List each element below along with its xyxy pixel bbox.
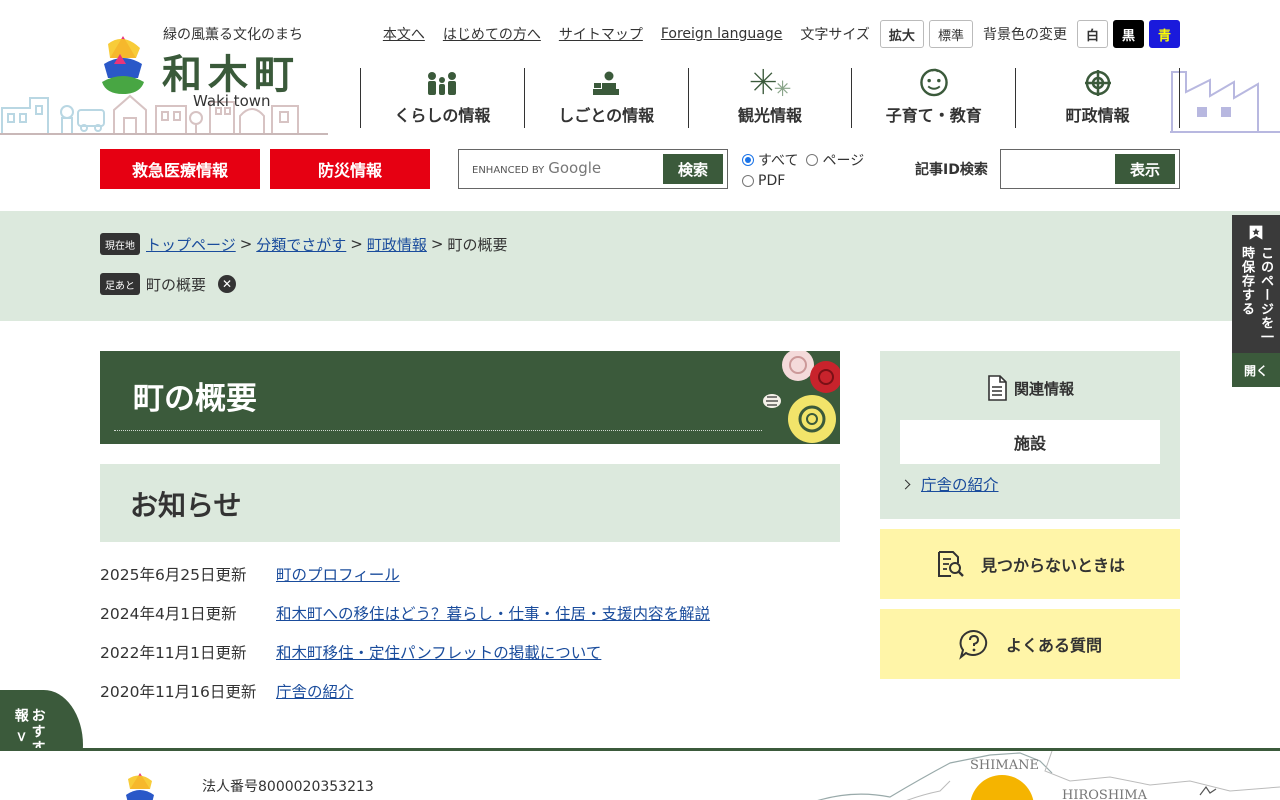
breadcrumb: 現在地 トップページ > 分類でさがす > 町政情報 > 町の概要 [100,233,507,255]
close-icon[interactable]: ✕ [218,275,237,293]
news-date: 2024年4月1日更新 [100,605,237,623]
font-enlarge-button[interactable]: 拡大 [879,20,924,48]
article-id-input[interactable]: 表示 [1000,149,1180,189]
breadcrumb-current: 町の概要 [447,235,508,254]
map-label-hiroshima: HIROSHIMA [1062,788,1147,800]
related-subheading: 施設 [900,420,1160,464]
page-title-bar: 町の概要 [100,351,840,444]
logo-tagline: 緑の風薫る文化のまち [163,27,303,43]
scope-all-label: すべて [758,152,799,169]
emergency-medical-button[interactable]: 救急医療情報 [100,149,260,189]
list-item: 2022年11月1日更新 和木町移住・定住パンフレットの掲載について [100,641,840,680]
nav-tourism-label: 観光情報 [737,106,802,125]
skip-to-content-link[interactable]: 本文へ [383,24,425,44]
disaster-info-button[interactable]: 防災情報 [270,149,430,189]
news-date: 2022年11月1日更新 [100,644,247,662]
logo-roman: Waki town [193,92,271,110]
bg-color-label: 背景色の変更 [982,27,1067,43]
worker-icon [593,71,620,95]
nav-childcare[interactable]: 子育て・教育 [852,68,1017,128]
history-item[interactable]: 町の概要 [146,274,206,295]
global-nav: くらしの情報 しごとの情報 観光情報 子育て・教育 町政情報 [360,68,1180,128]
history-tag: 足あと [100,273,140,295]
google-enhanced-label: ENHANCED BY Google [472,159,602,177]
news-link[interactable]: 町のプロフィール [276,563,400,602]
section-heading-bar: お知らせ [100,464,840,542]
breadcrumb-category[interactable]: 分類でさがす [256,234,346,255]
site-logo[interactable]: 緑の風薫る文化のまち 和木町 Waki town [100,22,330,117]
related-link-item[interactable]: 庁舎の紹介 [900,473,999,495]
quick-search-row: 救急医療情報 防災情報 ENHANCED BY Google 検索 すべて ページ… [0,149,1280,189]
site-footer: 法人番号8000020353213 SHIMANE HIROSHIMA [0,748,1280,800]
utility-bar: 本文へ はじめての方へ サイトマップ Foreign language 文字サイ… [383,20,1180,48]
map-label-shimane: SHIMANE [970,758,1039,773]
related-info-box: 関連情報 施設 庁舎の紹介 [880,351,1180,519]
list-item: 2025年6月25日更新 町のプロフィール [100,563,840,602]
nav-tourism[interactable]: 観光情報 [689,68,853,128]
font-size-label: 文字サイズ [800,27,870,43]
nav-childcare-label: 子育て・教育 [885,106,982,125]
news-link[interactable]: 和木町移住・定住パンフレットの掲載について [276,641,601,680]
rose-decoration-icon [763,351,840,443]
search-document-icon [937,551,964,577]
bg-white-button[interactable]: 白 [1076,20,1108,48]
related-link[interactable]: 庁舎の紹介 [921,473,999,495]
page-title: 町の概要 [133,381,257,417]
nav-living[interactable]: くらしの情報 [361,68,525,128]
search-button[interactable]: 検索 [663,154,723,184]
faq-button[interactable]: よくある質問 [880,609,1180,679]
search-scope-radios: すべて ページ PDF [742,149,882,191]
scope-page-radio[interactable] [806,153,819,166]
news-list: 2025年6月25日更新 町のプロフィール 2024年4月1日更新 和木町への移… [100,563,840,719]
scope-pdf-label: PDF [758,172,786,189]
breadcrumb-top[interactable]: トップページ [146,234,236,255]
question-bubble-icon [959,629,988,660]
history-trail: 足あと 町の概要 ✕ [100,273,237,295]
site-search-input[interactable]: ENHANCED BY Google 検索 [458,149,728,189]
breadcrumb-town-admin[interactable]: 町政情報 [367,234,427,255]
chevron-right-icon [900,479,911,489]
article-id-show-button[interactable]: 表示 [1115,154,1175,184]
font-standard-button[interactable]: 標準 [928,20,973,48]
news-link[interactable]: 和木町への移住はどう？暮らし・仕事・住居・支援内容を解説 [276,602,710,641]
bookmark-star-icon [1249,225,1263,240]
foreign-language-link[interactable]: Foreign language [661,26,782,42]
breadcrumb-band: 現在地 トップページ > 分類でさがす > 町政情報 > 町の概要 足あと 町の… [0,211,1280,321]
current-location-tag: 現在地 [100,233,140,255]
list-item: 2024年4月1日更新 和木町への移住はどう？暮らし・仕事・住居・支援内容を解説 [100,602,840,641]
save-page-open-button[interactable]: 開く [1232,353,1280,387]
child-face-icon [920,68,948,97]
site-header: 緑の風薫る文化のまち 和木町 Waki town 本文へ はじめての方へ サイト… [0,0,1280,140]
scope-page-label: ページ [822,152,865,169]
town-emblem-icon [1084,70,1111,96]
bg-blue-button[interactable]: 青 [1148,20,1180,48]
section-heading: お知らせ [130,489,242,522]
scope-all-radio[interactable] [742,153,754,166]
first-visit-link[interactable]: はじめての方へ [443,24,541,44]
news-date: 2020年11月16日更新 [100,683,257,701]
article-id-label: 記事ID検索 [915,162,988,178]
factory-illustration [1170,71,1280,133]
save-page-text: このページを一時保存する [1239,246,1273,345]
document-icon [988,375,1007,401]
not-found-button[interactable]: 見つからないときは [880,529,1180,599]
related-info-heading: 関連情報 [880,375,1180,401]
nav-living-label: くらしの情報 [394,106,491,125]
scope-pdf-radio[interactable] [742,174,754,187]
nav-work-label: しごとの情報 [558,106,655,125]
fireworks-icon [750,68,791,97]
footer-logo-icon [126,773,154,800]
people-icon [428,72,457,95]
town-logo-mark-icon [102,36,144,94]
save-page-tab[interactable]: このページを一時保存する 開く [1232,215,1280,387]
news-link[interactable]: 庁舎の紹介 [276,680,354,719]
list-item: 2020年11月16日更新 庁舎の紹介 [100,680,840,719]
nav-town-admin[interactable]: 町政情報 [1016,68,1180,128]
nav-town-admin-label: 町政情報 [1065,106,1130,125]
bg-black-button[interactable]: 黒 [1112,20,1144,48]
corporate-number: 法人番号8000020353213 [202,779,374,795]
sitemap-link[interactable]: サイトマップ [559,24,643,44]
news-date: 2025年6月25日更新 [100,566,247,584]
nav-work[interactable]: しごとの情報 [525,68,689,128]
